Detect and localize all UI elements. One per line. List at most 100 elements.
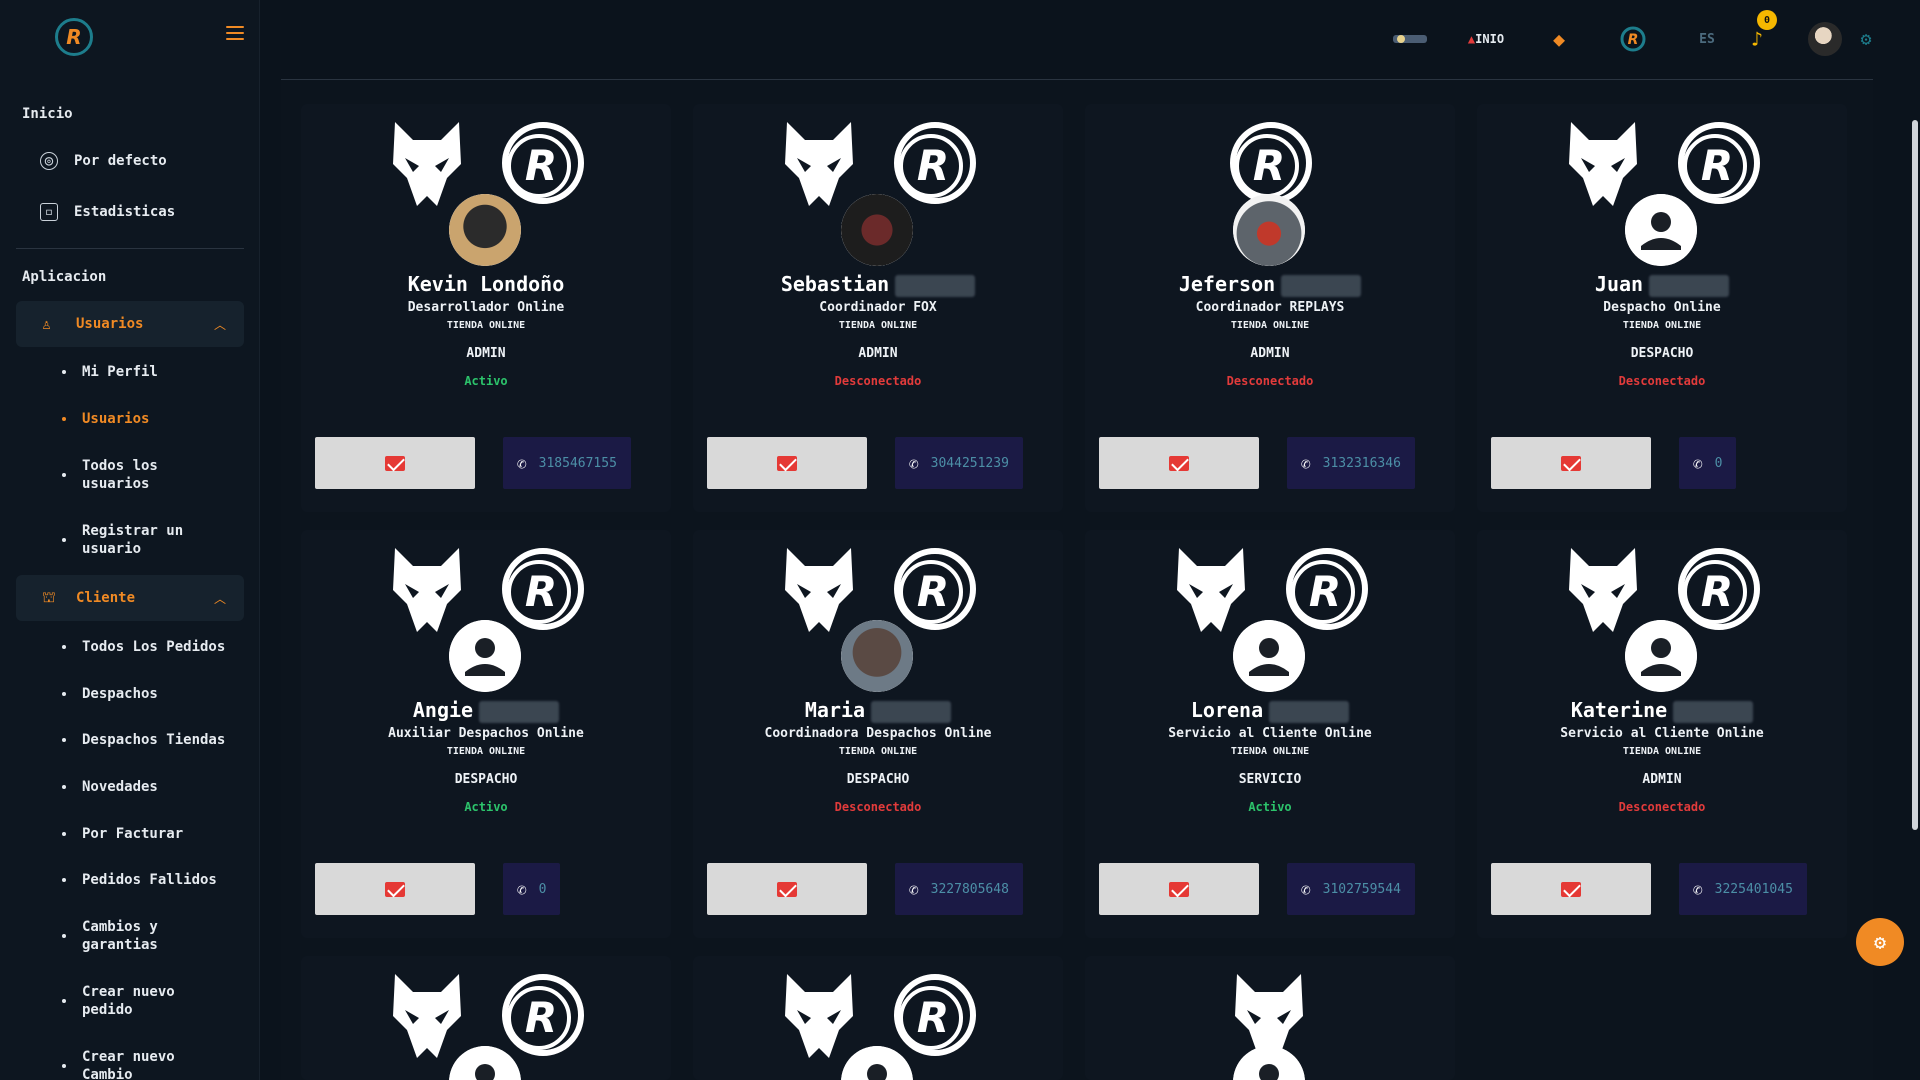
fox-logo-icon	[783, 544, 855, 634]
sidebar-item-todos-usuarios[interactable]: Todos los usuarios	[62, 457, 232, 493]
language-selector[interactable]: ES	[1697, 24, 1717, 54]
sidebar-item-crear-cambio[interactable]: Crear nuevo Cambio	[62, 1048, 232, 1080]
sidebar-group-label: Cliente	[76, 590, 136, 606]
mail-icon	[1561, 455, 1581, 471]
user-card: R Maria Coordinadora Despachos Online TIEND…	[693, 530, 1063, 938]
mail-icon	[1561, 881, 1581, 897]
mail-icon	[385, 455, 405, 471]
sidebar-item-label: Todos los usuarios	[82, 458, 158, 492]
fox-brand-icon[interactable]: ◆	[1547, 24, 1571, 54]
email-button[interactable]	[315, 437, 475, 489]
sidebar-item-crear-pedido[interactable]: Crear nuevo pedido	[62, 983, 232, 1019]
user-name: Kevin Londoño	[301, 272, 671, 296]
user-first-name: Katerine	[1570, 698, 1668, 722]
sidebar-item-todos-pedidos[interactable]: Todos Los Pedidos	[62, 638, 232, 656]
user-name: Juan	[1477, 272, 1847, 297]
flag-icon[interactable]	[1392, 24, 1428, 54]
sidebar-item-despachos[interactable]: Despachos	[62, 685, 232, 703]
phone-number: 3227805648	[930, 881, 1009, 897]
user-name: Angie	[301, 698, 671, 723]
sidebar-item-registrar-usuario[interactable]: Registrar un usuario	[62, 522, 232, 558]
app-logo[interactable]: R	[55, 18, 93, 56]
user-card-avatar	[841, 194, 913, 266]
settings-fab-button[interactable]: ⚙	[1856, 918, 1904, 966]
sidebar-group-label: Usuarios	[76, 316, 144, 332]
email-button[interactable]	[707, 437, 867, 489]
sidebar-item-pedidos-fallidos[interactable]: Pedidos Fallidos	[62, 871, 232, 889]
phone-button[interactable]: ✆ 3225401045	[1679, 863, 1807, 915]
user-name: Jeferson	[1085, 272, 1455, 297]
mail-icon	[1169, 455, 1189, 471]
brand-inio-icon[interactable]: ▲ INIO	[1466, 24, 1506, 54]
email-button[interactable]	[1099, 863, 1259, 915]
sidebar-item-cambios-garantias[interactable]: Cambios y garantias	[62, 918, 232, 954]
user-level: DESPACHO	[846, 772, 910, 787]
fox-logo-icon	[1567, 118, 1639, 208]
user-level: ADMIN	[1250, 346, 1290, 361]
phone-button[interactable]: ✆ 3044251239	[895, 437, 1023, 489]
sidebar-item-label: Estadisticas	[74, 204, 176, 220]
user-card: R Angie Auxiliar Despachos Online TIENDA ON…	[301, 530, 671, 938]
user-card: R Juan Despacho Online TIENDA ONLINE DESPACH…	[1477, 104, 1847, 512]
sidebar-item-usuarios[interactable]: Usuarios	[62, 410, 232, 428]
sidebar-item-label: Pedidos Fallidos	[82, 872, 217, 888]
user-card: R	[301, 956, 671, 1080]
user-role: Coordinadora Despachos Online	[764, 726, 992, 741]
phone-button[interactable]: ✆ 0	[503, 863, 561, 915]
sidebar-item-label: Usuarios	[82, 411, 150, 427]
compass-icon: ◎	[40, 152, 58, 170]
sidebar-item-label: Registrar un usuario	[82, 523, 184, 557]
brand-label: INIO	[1475, 32, 1505, 46]
user-card-avatar	[449, 194, 521, 266]
sidebar-item-stats[interactable]: ▫ Estadisticas	[40, 203, 175, 221]
phone-button[interactable]: ✆ 3132316346	[1287, 437, 1415, 489]
gear-icon[interactable]: ⚙	[1856, 24, 1876, 54]
sidebar-item-despachos-tiendas[interactable]: Despachos Tiendas	[62, 731, 232, 749]
phone-icon: ✆	[517, 879, 527, 899]
sidebar-group-users[interactable]: ♙ Usuarios ︿	[16, 301, 244, 347]
user-name: Maria	[693, 698, 1063, 723]
user-card-avatar	[1233, 194, 1305, 266]
sidebar-item-por-facturar[interactable]: Por Facturar	[62, 825, 232, 843]
email-button[interactable]	[1099, 437, 1259, 489]
phone-icon: ✆	[517, 453, 527, 473]
phone-number: 3044251239	[930, 455, 1009, 471]
replay-brand-icon[interactable]: R	[1620, 24, 1646, 54]
svg-text:R: R	[917, 567, 949, 616]
sidebar-item-label: Novedades	[82, 779, 158, 795]
hamburger-menu-icon[interactable]	[226, 26, 244, 40]
user-card-avatar	[449, 620, 521, 692]
sidebar-group-cliente[interactable]: ⛫ Cliente ︿	[16, 575, 244, 621]
email-button[interactable]	[1491, 437, 1651, 489]
svg-text:R: R	[525, 141, 557, 190]
sidebar-item-mi-perfil[interactable]: Mi Perfil	[62, 363, 232, 381]
fox-logo-icon	[1567, 544, 1639, 634]
user-first-name: Maria	[804, 698, 866, 722]
fox-logo-icon	[783, 118, 855, 208]
user-store: TIENDA ONLINE	[446, 320, 526, 331]
email-button[interactable]	[1491, 863, 1651, 915]
scrollbar[interactable]	[1912, 120, 1918, 830]
basket-icon: ⛫	[42, 588, 56, 606]
phone-number: 3225401045	[1714, 881, 1793, 897]
user-first-name: Sebastian	[780, 272, 890, 296]
top-header	[260, 0, 1920, 80]
phone-number: 3132316346	[1322, 455, 1401, 471]
phone-button[interactable]: ✆ 3185467155	[503, 437, 631, 489]
user-avatar[interactable]	[1808, 22, 1842, 56]
fox-logo-icon	[391, 118, 463, 208]
email-button[interactable]	[315, 863, 475, 915]
redacted-surname	[479, 700, 560, 723]
user-first-name: Jeferson	[1178, 272, 1276, 296]
redacted-surname	[1673, 700, 1754, 723]
sidebar-item-novedades[interactable]: Novedades	[62, 778, 232, 796]
replay-logo-icon: R	[501, 118, 585, 208]
user-card-avatar	[1233, 620, 1305, 692]
phone-button[interactable]: ✆ 3227805648	[895, 863, 1023, 915]
phone-button[interactable]: ✆ 0	[1679, 437, 1737, 489]
sidebar-item-default[interactable]: ◎ Por defecto	[40, 152, 167, 170]
phone-button[interactable]: ✆ 3102759544	[1287, 863, 1415, 915]
redacted-surname	[871, 700, 952, 723]
email-button[interactable]	[707, 863, 867, 915]
mail-icon	[777, 455, 797, 471]
